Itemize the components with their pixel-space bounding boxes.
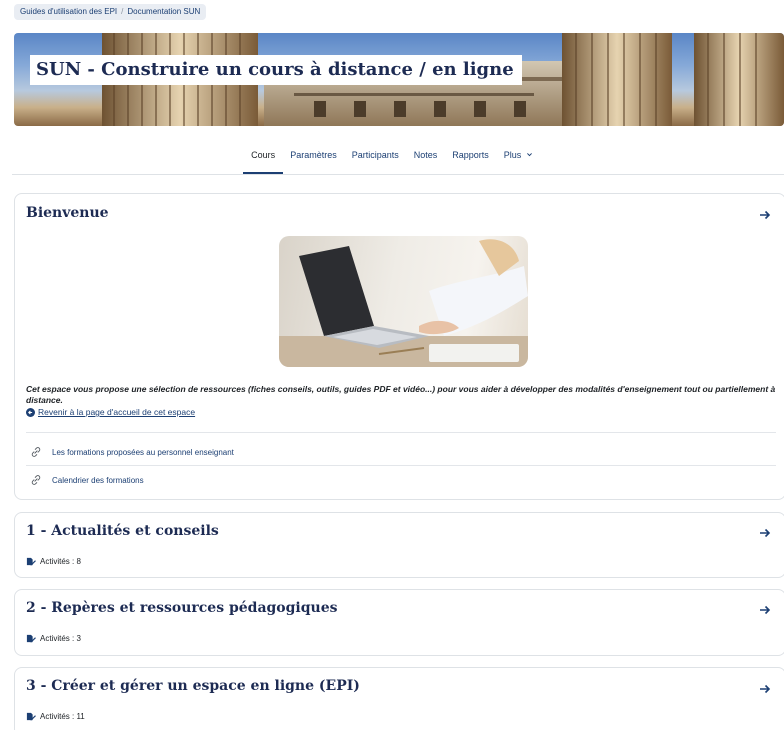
section-title[interactable]: Bienvenue [26,205,109,221]
activity-count: Activités : 11 [26,712,85,721]
course-banner: SUN - Construire un cours à distance / e… [14,33,784,126]
arrow-right-icon[interactable] [759,604,771,616]
breadcrumb-separator: / [121,7,124,16]
section-title[interactable]: 2 - Repères et ressources pédagogiques [26,600,338,616]
section-3: 3 - Créer et gérer un espace en ligne (E… [14,667,784,730]
laptop-photo [279,239,528,367]
activity-count: Activités : 8 [26,557,81,566]
activity-count: Activités : 3 [26,634,81,643]
arrow-circle-left-icon [26,407,35,417]
tab-cours[interactable]: Cours [243,148,284,174]
chevron-down-icon [526,153,532,157]
section-2: 2 - Repères et ressources pédagogiques A… [14,589,784,656]
link-icon [31,475,41,485]
resource-link-formations[interactable]: Les formations proposées au personnel en… [26,439,776,465]
section-welcome: Bienvenue Cet espace vous propose une sé… [14,193,784,500]
section-title[interactable]: 3 - Créer et gérer un espace en ligne (E… [26,678,360,694]
breadcrumb-item-guides[interactable]: Guides d'utilisation des EPI [20,4,117,20]
resource-label: Calendrier des formations [52,475,144,485]
activity-icon [26,634,36,643]
arrow-right-icon[interactable] [759,527,771,539]
course-title: SUN - Construire un cours à distance / e… [30,55,522,85]
tab-notes[interactable]: Notes [414,148,438,174]
resource-divider [26,465,776,466]
arrow-right-icon[interactable] [759,683,771,695]
activity-count-label: Activités : 11 [40,712,85,721]
tab-rapports[interactable]: Rapports [452,148,489,174]
welcome-description: Cet espace vous propose une sélection de… [26,384,776,405]
arrow-right-icon[interactable] [759,209,771,221]
breadcrumb-item-documentation[interactable]: Documentation SUN [127,4,200,20]
resource-label: Les formations proposées au personnel en… [52,447,234,457]
activity-count-label: Activités : 8 [40,557,81,566]
section-title[interactable]: 1 - Actualités et conseils [26,523,219,539]
section-1: 1 - Actualités et conseils Activités : 8 [14,512,784,578]
welcome-image [279,236,528,367]
home-link[interactable]: Revenir à la page d'accueil de cet espac… [26,407,195,417]
home-link-label: Revenir à la page d'accueil de cet espac… [38,407,196,417]
resource-divider [26,432,776,433]
tab-parametres[interactable]: Paramètres [290,148,337,174]
activity-icon [26,712,36,721]
link-icon [31,447,41,457]
activity-icon [26,557,36,566]
breadcrumb: Guides d'utilisation des EPI / Documenta… [14,4,207,20]
nav-divider [12,174,784,175]
resource-link-calendrier[interactable]: Calendrier des formations [26,467,776,493]
activity-count-label: Activités : 3 [40,634,81,643]
tab-plus[interactable]: Plus [504,148,533,174]
tab-plus-label: Plus [503,150,522,160]
tab-participants[interactable]: Participants [352,148,399,174]
course-navigation: Cours Paramètres Participants Notes Rapp… [0,148,784,174]
